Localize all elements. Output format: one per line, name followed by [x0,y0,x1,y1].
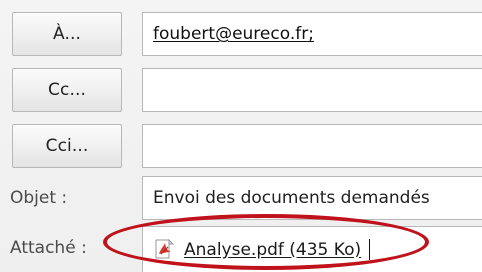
cc-button[interactable]: Cc... [12,68,122,112]
subject-field[interactable]: Envoi des documents demandés [142,176,482,220]
to-button[interactable]: À... [12,12,122,56]
bcc-button[interactable]: Cci... [12,124,122,168]
text-caret [369,239,371,260]
attachment-field[interactable]: Analyse.pdf (435 Ko) [142,226,482,272]
to-field-value: foubert@eureco.fr; [153,24,314,44]
subject-value: Envoi des documents demandés [153,188,430,208]
to-button-label: À... [53,24,81,44]
cc-button-label: Cc... [48,80,86,100]
email-header-panel: À... foubert@eureco.fr; Cc... Cci... Obj… [0,0,482,272]
attachment-item[interactable]: Analyse.pdf (435 Ko) [153,227,371,272]
attachment-label: Attaché : [10,238,87,258]
to-field[interactable]: foubert@eureco.fr; [142,12,482,56]
cc-field[interactable] [142,68,482,112]
pdf-icon [153,238,177,261]
subject-label: Objet : [10,188,68,208]
attachment-file-name: Analyse.pdf (435 Ko) [184,239,362,260]
bcc-button-label: Cci... [45,136,89,156]
bcc-field[interactable] [142,124,482,168]
to-address: foubert@eureco.fr; [153,24,314,44]
